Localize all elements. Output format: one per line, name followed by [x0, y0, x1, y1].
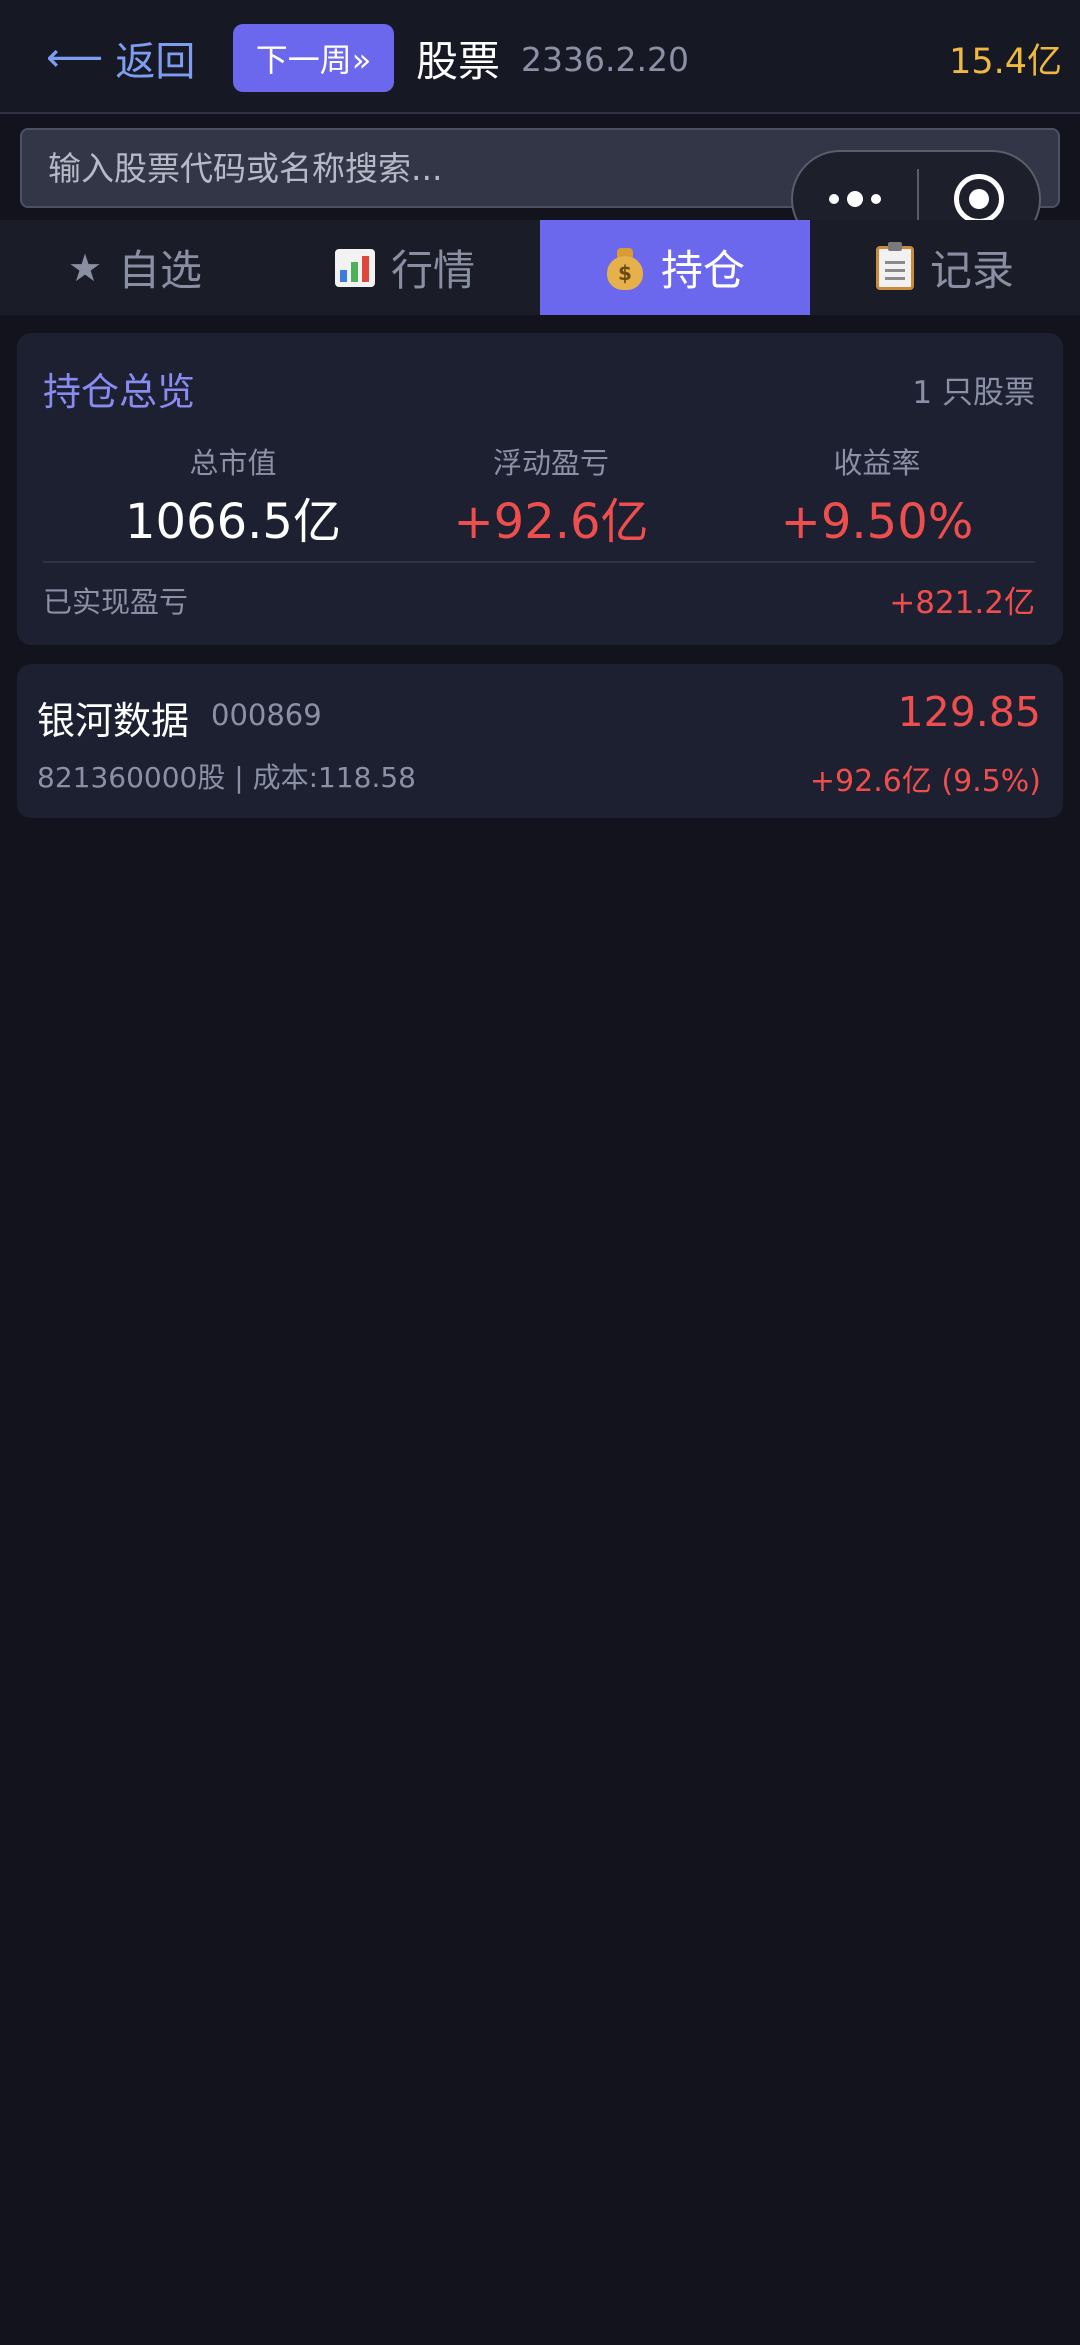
- metric-value: +9.50%: [780, 494, 974, 550]
- tab-label: 自选: [118, 246, 203, 295]
- metric-return-rate: 收益率 +9.50%: [717, 443, 1037, 555]
- target-circle-icon: [954, 174, 1004, 224]
- cash-balance: 15.4亿: [949, 41, 1062, 82]
- game-date: 2336.2.20: [521, 39, 689, 79]
- money-bag-icon: $: [605, 246, 645, 290]
- star-icon: ★: [67, 245, 103, 290]
- more-dots-icon: [829, 191, 881, 207]
- tab-bar: ★ 自选 行情 $ 持仓 记录: [0, 220, 1080, 315]
- stock-count: 1 只股票: [912, 375, 1035, 411]
- metric-label: 收益率: [833, 446, 921, 480]
- holding-pnl: +92.6亿 (9.5%): [809, 764, 1041, 799]
- tab-market[interactable]: 行情: [270, 220, 540, 315]
- tab-label: 行情: [390, 246, 475, 295]
- back-button[interactable]: ⟵ 返回: [46, 28, 195, 88]
- metric-label: 浮动盈亏: [492, 446, 609, 480]
- summary-title: 持仓总览: [43, 370, 196, 414]
- divider: [43, 561, 1035, 563]
- left-arrow-icon: ⟵: [46, 35, 104, 81]
- metric-value: +92.6亿: [453, 494, 649, 550]
- holdings-summary-card: 持仓总览 1 只股票 总市值 1066.5亿 浮动盈亏 +92.6亿 收益率 +…: [17, 333, 1063, 645]
- page-title: 股票: [416, 36, 501, 86]
- metric-value: 1066.5亿: [125, 494, 341, 550]
- tab-holdings[interactable]: $ 持仓: [540, 220, 810, 315]
- next-week-button[interactable]: 下一周»: [233, 24, 394, 92]
- tab-watchlist[interactable]: ★ 自选: [0, 220, 270, 315]
- realized-pnl-value: +821.2亿: [889, 585, 1035, 621]
- clipboard-icon: [875, 241, 914, 290]
- metric-label: 总市值: [189, 446, 277, 480]
- tab-label: 记录: [929, 246, 1014, 295]
- shares-and-cost: 821360000股 | 成本:118.58: [37, 761, 416, 794]
- metric-market-value: 总市值 1066.5亿: [73, 443, 393, 555]
- back-label: 返回: [115, 39, 196, 85]
- realized-pnl-label: 已实现盈亏: [43, 585, 189, 619]
- tab-label: 持仓: [660, 246, 745, 295]
- stock-name: 银河数据: [37, 699, 190, 743]
- metric-floating-pnl: 浮动盈亏 +92.6亿: [391, 443, 711, 555]
- top-header: ⟵ 返回 下一周» 股票 2336.2.20 15.4亿: [0, 0, 1080, 114]
- holding-item[interactable]: 银河数据 000869 821360000股 | 成本:118.58 129.8…: [17, 664, 1063, 818]
- bar-chart-icon: [334, 248, 375, 287]
- stock-code: 000869: [211, 698, 322, 732]
- current-price: 129.85: [897, 688, 1041, 736]
- tab-records[interactable]: 记录: [810, 220, 1080, 315]
